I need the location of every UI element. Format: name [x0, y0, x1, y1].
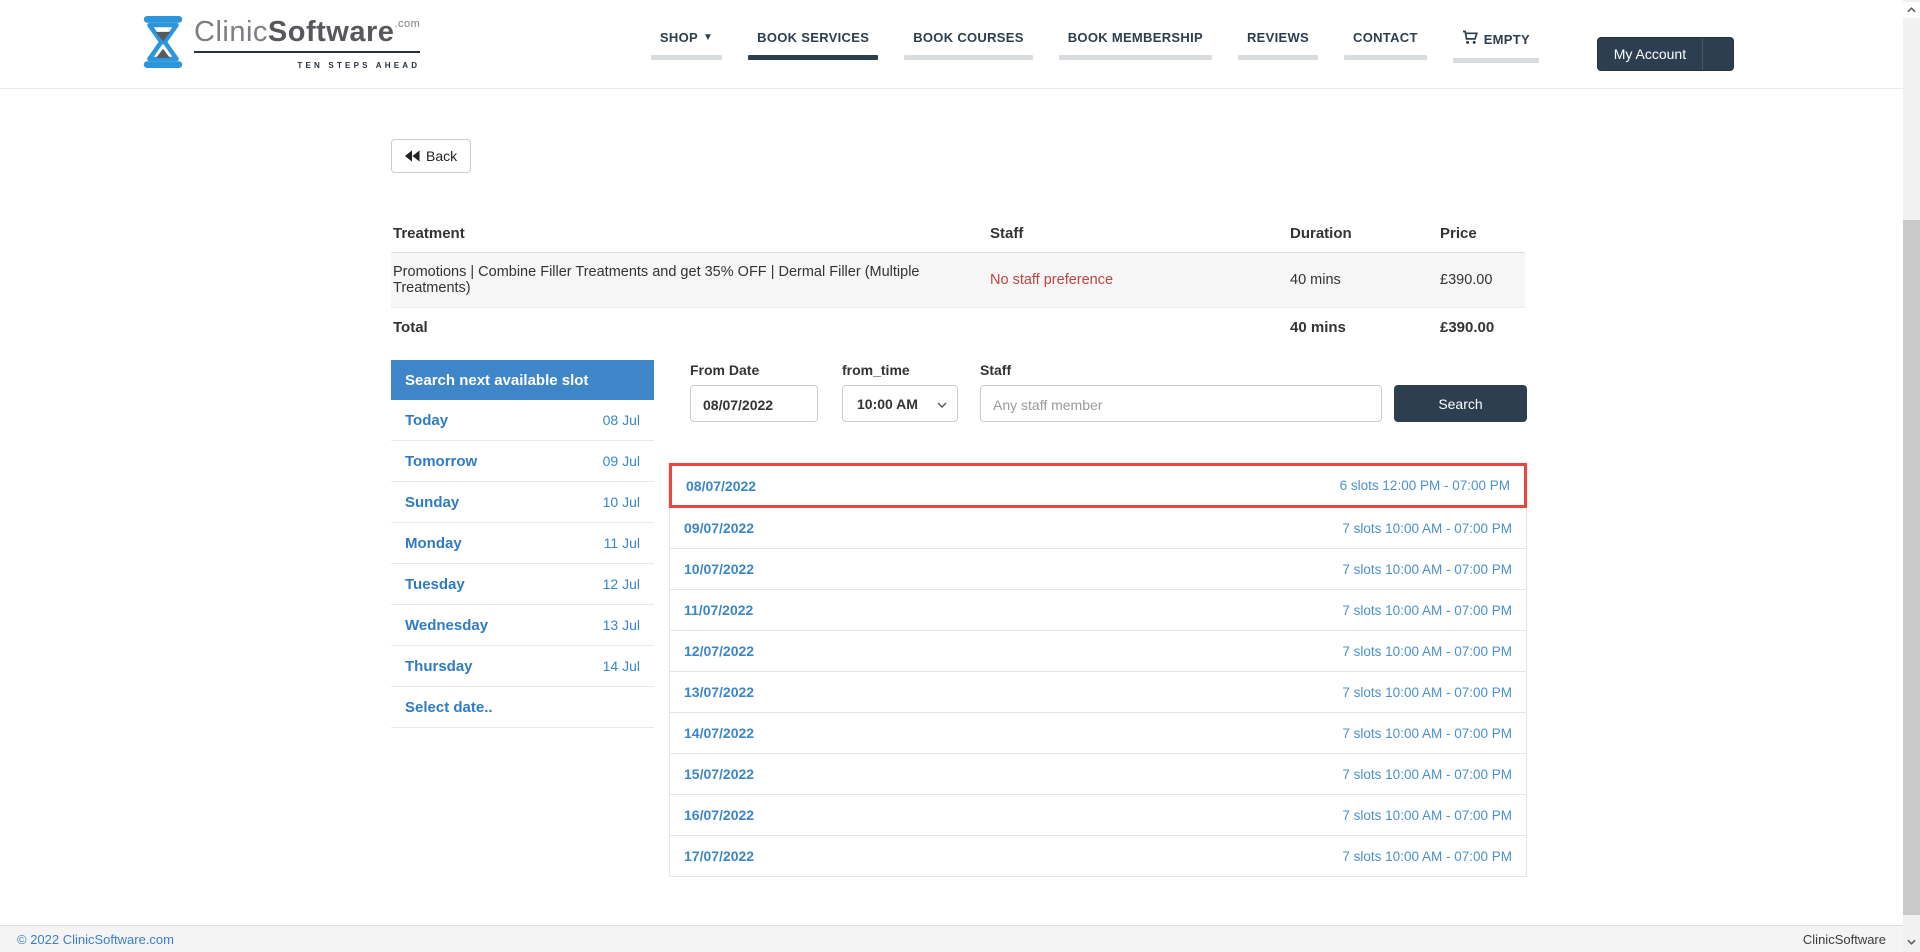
header: ClinicSoftware.com TEN STEPS AHEAD SHOP ▼…: [0, 0, 1903, 89]
nav-underline: [904, 55, 1033, 60]
col-header-staff: Staff: [990, 215, 1290, 253]
my-account-dropdown-toggle[interactable]: ▼: [1702, 38, 1733, 70]
logo-tagline: TEN STEPS AHEAD: [297, 61, 420, 70]
slot-row[interactable]: 15/07/2022 7 slots 10:00 AM - 07:00 PM: [669, 754, 1527, 795]
col-header-treatment: Treatment: [391, 215, 990, 253]
footer-copyright-link[interactable]: © 2022 ClinicSoftware.com: [17, 932, 174, 947]
nav-book-services-label: BOOK SERVICES: [748, 30, 878, 45]
slot-search-form: From Date from_time 10:00 AM: [690, 362, 1527, 422]
total-label-cell: Total: [391, 308, 990, 348]
sidebar-item-sunday[interactable]: Sunday 10 Jul: [391, 482, 654, 523]
sidebar-title: Search next available slot: [391, 360, 654, 400]
nav-reviews-label: REVIEWS: [1238, 30, 1318, 45]
nav-underline: [1344, 55, 1427, 60]
slot-row[interactable]: 11/07/2022 7 slots 10:00 AM - 07:00 PM: [669, 590, 1527, 631]
cart-label: EMPTY: [1484, 32, 1530, 47]
price-cell: £390.00: [1440, 253, 1525, 308]
booking-section: Search next available slot Today 08 Jul …: [391, 360, 1525, 877]
nav-underline-active: [748, 55, 878, 60]
nav-item-contact[interactable]: CONTACT: [1344, 30, 1427, 60]
slot-row[interactable]: 09/07/2022 7 slots 10:00 AM - 07:00 PM: [669, 508, 1527, 549]
scroll-down-arrow[interactable]: [1903, 934, 1920, 950]
hourglass-logo-icon: [140, 16, 194, 73]
nav-underline: [651, 55, 722, 60]
logo-wordmark: ClinicSoftware.com: [194, 16, 420, 49]
sidebar-item-select-date[interactable]: Select date..: [391, 687, 654, 728]
my-account-split-button: My Account ▼: [1597, 37, 1734, 71]
staff-label: Staff: [980, 362, 1394, 378]
scroll-up-arrow[interactable]: [1903, 2, 1920, 18]
sidebar-item-monday[interactable]: Monday 11 Jul: [391, 523, 654, 564]
staff-input[interactable]: [981, 386, 1381, 423]
available-slots-list: 08/07/2022 6 slots 12:00 PM - 07:00 PM 0…: [669, 463, 1527, 877]
slot-row[interactable]: 16/07/2022 7 slots 10:00 AM - 07:00 PM: [669, 795, 1527, 836]
my-account-button[interactable]: My Account: [1598, 38, 1702, 70]
nav-underline: [1453, 58, 1539, 63]
chevron-down-icon: ▼: [1713, 49, 1723, 59]
total-duration-cell: 40 mins: [1290, 308, 1440, 348]
next-available-slot-panel: Search next available slot Today 08 Jul …: [391, 360, 654, 728]
sidebar-item-tomorrow[interactable]: Tomorrow 09 Jul: [391, 441, 654, 482]
back-button-label: Back: [426, 148, 457, 164]
cart-icon: [1462, 30, 1479, 48]
table-row: Promotions | Combine Filler Treatments a…: [391, 253, 1525, 308]
nav-shop-label: SHOP: [660, 30, 698, 45]
col-header-price: Price: [1440, 215, 1525, 253]
logo[interactable]: ClinicSoftware.com TEN STEPS AHEAD: [140, 16, 420, 73]
from-time-label: from_time: [842, 362, 980, 378]
from-date-input[interactable]: [691, 386, 817, 423]
footer-brand-text: ClinicSoftware: [1803, 932, 1886, 947]
nav-contact-label: CONTACT: [1344, 30, 1427, 45]
nav-item-book-membership[interactable]: BOOK MEMBERSHIP: [1059, 30, 1212, 60]
sidebar-item-tuesday[interactable]: Tuesday 12 Jul: [391, 564, 654, 605]
from-time-select[interactable]: 10:00 AM: [842, 385, 958, 422]
nav-book-courses-label: BOOK COURSES: [904, 30, 1033, 45]
slot-row[interactable]: 17/07/2022 7 slots 10:00 AM - 07:00 PM: [669, 836, 1527, 877]
slot-row[interactable]: 14/07/2022 7 slots 10:00 AM - 07:00 PM: [669, 713, 1527, 754]
sidebar-item-today[interactable]: Today 08 Jul: [391, 400, 654, 441]
total-price-cell: £390.00: [1440, 308, 1525, 348]
availability-panel: From Date from_time 10:00 AM: [669, 360, 1527, 877]
col-header-duration: Duration: [1290, 215, 1440, 253]
chevron-down-icon: ▼: [703, 33, 713, 43]
rewind-icon: [405, 150, 420, 162]
chevron-down-icon: [937, 395, 947, 413]
table-total-row: Total 40 mins £390.00: [391, 308, 1525, 348]
vertical-scrollbar: [1903, 0, 1920, 952]
nav-item-reviews[interactable]: REVIEWS: [1238, 30, 1318, 60]
main-nav: SHOP ▼ BOOK SERVICES BOOK COURSES BOOK ME…: [651, 30, 1539, 63]
order-summary-table: Treatment Staff Duration Price Promotion…: [391, 215, 1525, 347]
nav-item-cart[interactable]: EMPTY: [1453, 30, 1539, 63]
footer: © 2022 ClinicSoftware.com ClinicSoftware: [0, 925, 1903, 952]
sidebar-item-thursday[interactable]: Thursday 14 Jul: [391, 646, 654, 687]
slot-row[interactable]: 12/07/2022 7 slots 10:00 AM - 07:00 PM: [669, 631, 1527, 672]
back-button[interactable]: Back: [391, 139, 471, 173]
table-header-row: Treatment Staff Duration Price: [391, 215, 1525, 253]
logo-tld: .com: [394, 18, 420, 30]
nav-item-shop[interactable]: SHOP ▼: [651, 30, 722, 60]
main-content: Back Treatment Staff Duration Price Prom…: [391, 89, 1525, 877]
from-date-label: From Date: [690, 362, 842, 378]
staff-preference-cell: No staff preference: [990, 253, 1290, 308]
slot-row[interactable]: 13/07/2022 7 slots 10:00 AM - 07:00 PM: [669, 672, 1527, 713]
treatment-cell: Promotions | Combine Filler Treatments a…: [391, 253, 990, 308]
sidebar-item-wednesday[interactable]: Wednesday 13 Jul: [391, 605, 654, 646]
search-button[interactable]: Search: [1394, 385, 1527, 422]
nav-book-membership-label: BOOK MEMBERSHIP: [1059, 30, 1212, 45]
nav-underline: [1059, 55, 1212, 60]
nav-item-book-courses[interactable]: BOOK COURSES: [904, 30, 1033, 60]
scrollbar-thumb[interactable]: [1903, 220, 1920, 915]
duration-cell: 40 mins: [1290, 253, 1440, 308]
page: ClinicSoftware.com TEN STEPS AHEAD SHOP▼…: [0, 0, 1920, 952]
slot-row[interactable]: 10/07/2022 7 slots 10:00 AM - 07:00 PM: [669, 549, 1527, 590]
nav-item-book-services[interactable]: BOOK SERVICES: [748, 30, 878, 60]
slot-row-selected[interactable]: 08/07/2022 6 slots 12:00 PM - 07:00 PM: [669, 463, 1527, 508]
nav-underline: [1238, 55, 1318, 60]
